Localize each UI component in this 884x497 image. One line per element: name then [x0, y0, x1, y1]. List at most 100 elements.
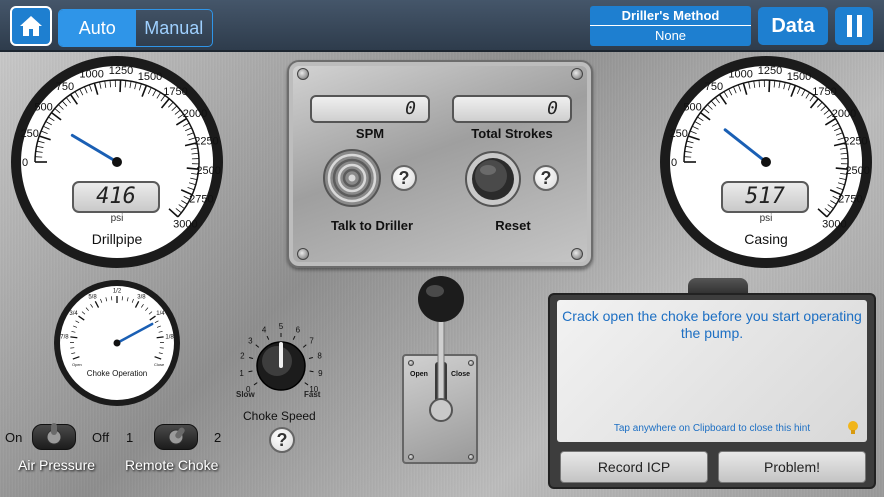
air-on-label: On — [5, 430, 23, 445]
pause-button[interactable] — [835, 7, 873, 45]
choke-speed-tick — [253, 382, 258, 386]
choke-operation-label: Choke Operation — [86, 369, 148, 378]
casing-tick-label: 1000 — [728, 69, 752, 81]
casing-tick-label: 2000 — [832, 108, 856, 120]
drillpipe-tick-label: 1250 — [109, 65, 133, 77]
casing-gauge: 0 250 500 750 1000 1250 1500 1750 2000 2250 2500 27… — [653, 54, 879, 270]
remote-1-label: 1 — [126, 430, 134, 445]
drillpipe-unit: psi — [110, 213, 124, 224]
casing-tick-label: 2250 — [843, 136, 867, 148]
drillpipe-tick-label: 250 — [21, 128, 39, 140]
data-button[interactable]: Data — [758, 7, 828, 45]
screw-icon — [408, 454, 414, 460]
mode-manual-button[interactable]: Manual — [136, 10, 213, 46]
pause-icon — [846, 15, 852, 37]
top-bar: Auto Manual Driller's Method None Data — [0, 0, 884, 52]
drillpipe-gauge: 0 250 500 750 1000 1250 1500 1750 2000 2250 2500 27… — [4, 54, 230, 270]
choke-speed-tick — [266, 335, 270, 340]
reset-button[interactable] — [464, 150, 522, 208]
choke-speed-tick — [304, 382, 309, 386]
casing-tick-label: 1250 — [758, 65, 782, 77]
choke-speed-tick-label: 6 — [296, 326, 301, 335]
choke-tick-label: 3/4 — [69, 311, 78, 317]
lightbulb-icon — [848, 421, 858, 434]
total-strokes-label: Total Strokes — [471, 126, 553, 141]
drillpipe-tick-label: 2750 — [189, 194, 213, 206]
choke-speed-tick-label: 2 — [240, 352, 245, 361]
drillpipe-tick — [119, 80, 122, 93]
choke-speed-tick-label: 4 — [262, 326, 267, 335]
drillers-method-selector[interactable]: Driller's Method None — [590, 6, 751, 46]
choke-lever[interactable] — [414, 276, 468, 436]
choke-tick — [156, 336, 164, 339]
problem-button[interactable]: Problem! — [718, 451, 866, 483]
screw-icon — [297, 248, 309, 260]
talk-to-driller-label: Talk to Driller — [330, 218, 414, 233]
casing-tick-label: 250 — [670, 128, 688, 140]
drillpipe-tick-label: 1000 — [79, 69, 103, 81]
choke-tick-label: 5/8 — [88, 294, 97, 300]
choke-tick-label: 1/4 — [156, 311, 165, 317]
casing-tick — [768, 80, 771, 93]
choke-operation-gauge: 7/8 3/4 5/8 1/2 3/8 1/4 1/8 Open Close Choke Ope… — [52, 278, 182, 408]
hint-panel[interactable]: Crack open the choke before you start op… — [557, 300, 867, 442]
driller-communication-panel: 0 SPM 0 Total Strokes ? Talk to Driller … — [287, 60, 593, 268]
choke-speed-tick — [248, 370, 253, 373]
speaker-icon[interactable] — [322, 148, 382, 208]
spm-label: SPM — [355, 126, 385, 141]
drillpipe-tick-label: 1750 — [163, 86, 187, 98]
hint-close-text: Tap anywhere on Clipboard to close this … — [613, 423, 811, 434]
drillpipe-hub — [112, 157, 122, 167]
casing-unit: psi — [759, 213, 773, 224]
talk-help-icon[interactable]: ? — [391, 165, 417, 191]
casing-tick-label: 2750 — [838, 194, 862, 206]
remote-2-label: 2 — [214, 430, 222, 445]
choke-speed-tick-label: 3 — [248, 336, 253, 345]
home-button[interactable] — [10, 6, 52, 46]
choke-speed-tick-label: 1 — [239, 369, 244, 378]
mode-auto-button[interactable]: Auto — [59, 10, 136, 46]
casing-tick-label: 1500 — [787, 71, 811, 83]
drillpipe-tick-label: 2250 — [194, 136, 218, 148]
casing-tick-label: 750 — [705, 81, 723, 93]
spm-readout: 0 — [310, 95, 430, 123]
choke-close-label: Close — [154, 362, 165, 367]
choke-tick-label: 3/8 — [137, 294, 146, 300]
drillpipe-label: Drillpipe — [91, 231, 143, 247]
choke-speed-tick — [255, 344, 260, 348]
hint-text: Crack open the choke before you start op… — [562, 308, 862, 341]
drillpipe-tick-label: 1500 — [138, 71, 162, 83]
choke-speed-slow-label: Slow — [236, 390, 255, 399]
casing-tick-label: 1750 — [812, 86, 836, 98]
screw-icon — [468, 360, 474, 366]
choke-speed-tick-label: 5 — [279, 322, 284, 331]
home-icon — [20, 16, 42, 36]
choke-operation-dial: 7/8 3/4 5/8 1/2 3/8 1/4 1/8 Open Close — [54, 280, 180, 406]
total-strokes-readout: 0 — [452, 95, 572, 123]
record-icp-button[interactable]: Record ICP — [560, 451, 708, 483]
choke-tick — [70, 336, 78, 339]
screw-icon — [571, 68, 583, 80]
mode-toggle: Auto Manual — [58, 9, 213, 47]
choke-speed-tick-label: 8 — [317, 352, 322, 361]
screw-icon — [571, 248, 583, 260]
choke-speed-tick-label: 9 — [318, 369, 323, 378]
drillpipe-tick-label: 0 — [22, 157, 28, 169]
choke-speed-tick — [308, 356, 314, 359]
drillpipe-tick-label: 3000 — [173, 219, 197, 231]
screw-icon — [297, 68, 309, 80]
choke-speed-tick — [309, 370, 314, 373]
method-title: Driller's Method — [590, 6, 751, 26]
pause-icon-bar — [856, 15, 862, 37]
reset-help-icon[interactable]: ? — [533, 165, 559, 191]
choke-speed-label: Choke Speed — [243, 409, 316, 423]
screw-icon — [468, 454, 474, 460]
choke-speed-knob-shine — [262, 346, 292, 376]
choke-speed-tick — [292, 335, 296, 340]
choke-hub — [113, 339, 121, 347]
choke-speed-tick — [248, 356, 254, 359]
choke-speed-help-icon[interactable]: ? — [269, 427, 295, 453]
choke-speed-tick-label: 7 — [309, 336, 314, 345]
choke-open-label: Open — [72, 362, 82, 367]
drillpipe-tick-label: 500 — [34, 102, 52, 114]
